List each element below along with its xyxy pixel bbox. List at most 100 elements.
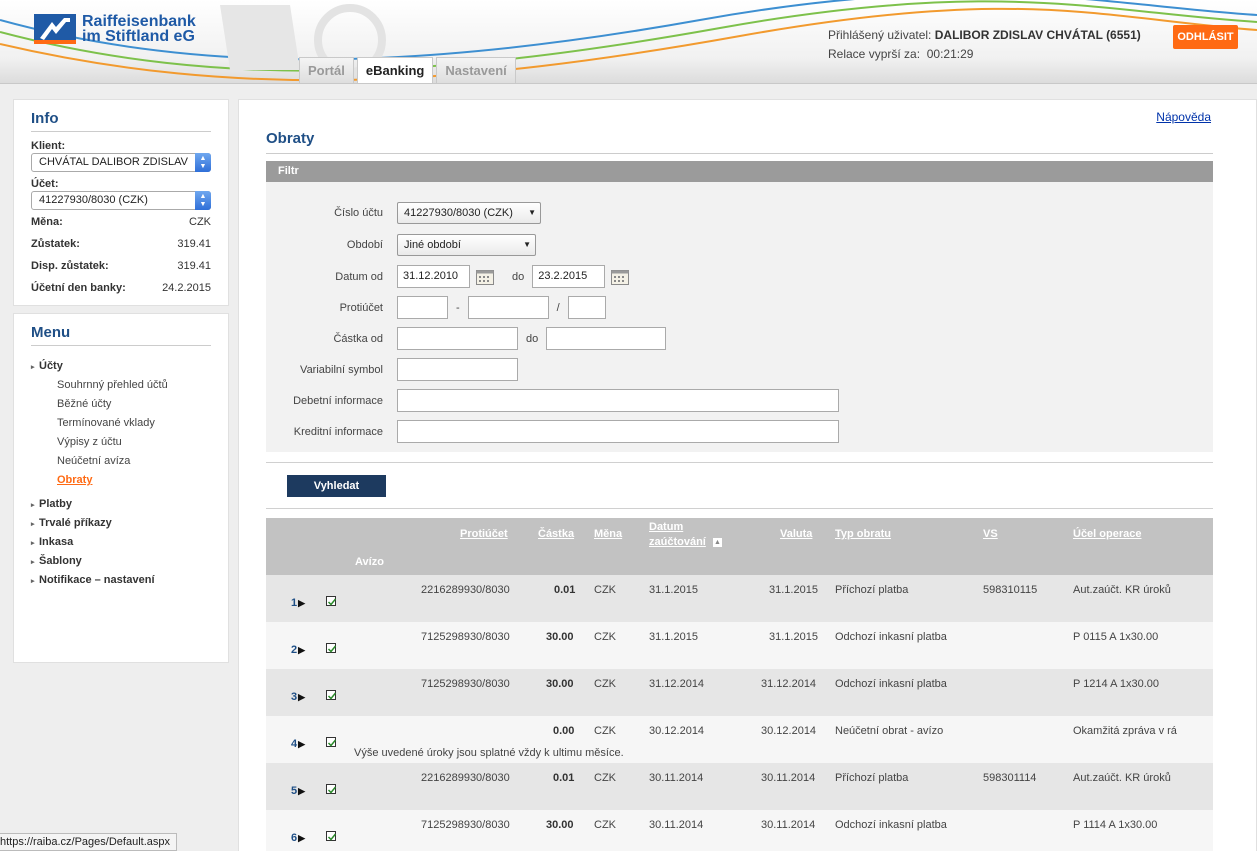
account-number-label: Číslo účtu [334, 207, 383, 219]
row-expand[interactable]: 4▶ [291, 738, 305, 750]
balance-label: Zůstatek: [31, 238, 80, 250]
sort-ascending-icon[interactable]: ▲ [713, 538, 722, 547]
menu-item-payments[interactable]: ▸ Platby [31, 498, 211, 510]
select-arrows-icon: ▲ ▼ [195, 191, 211, 210]
credit-info-input[interactable] [397, 420, 839, 443]
col-date-line2[interactable]: zaúčtování [649, 536, 706, 548]
col-counter-account[interactable]: Protiúčet [460, 528, 508, 540]
bank-logo[interactable]: Raiffeisenbank im Stiftland eG [34, 14, 196, 45]
accounts-submenu: Souhrnný přehled účtů Běžné účty Termíno… [31, 379, 211, 486]
col-vs[interactable]: VS [983, 528, 998, 540]
table-row[interactable]: 4▶ 0.00 CZK 30.12.2014 30.12.2014 Neúčet… [266, 716, 1213, 763]
tab-ebanking[interactable]: eBanking [356, 57, 434, 83]
account-select[interactable]: 41227930/8030 (CZK) ▲ ▼ [31, 191, 211, 210]
row-expand[interactable]: 2▶ [291, 644, 305, 656]
col-purpose[interactable]: Účel operace [1073, 528, 1141, 540]
info-panel: Info Klient: CHVÁTAL DALIBOR ZDISLAV ▲ ▼ … [13, 99, 229, 306]
table-row[interactable]: 2▶ 7125298930/8030 30.00 CZK 31.1.2015 3… [266, 622, 1213, 669]
row-expand[interactable]: 3▶ [291, 691, 305, 703]
divider [266, 508, 1213, 509]
dash-separator: - [456, 301, 460, 314]
logout-button[interactable]: ODHLÁSIT [1173, 25, 1238, 49]
submenu-statements[interactable]: Výpisy z účtu [31, 436, 211, 448]
counter-prefix-input[interactable] [397, 296, 448, 319]
triangle-icon: ▸ [31, 578, 35, 585]
table-row[interactable]: 1▶ 2216289930/8030 0.01 CZK 31.1.2015 31… [266, 575, 1213, 622]
col-aviso: Avízo [355, 556, 384, 568]
client-value: CHVÁTAL DALIBOR ZDISLAV [39, 156, 188, 168]
user-label: Přihlášený uživatel: [828, 28, 932, 42]
period-select[interactable]: Jiné období ▼ [397, 234, 536, 256]
checkbox-icon[interactable] [326, 643, 337, 653]
bank-day-value: 24.2.2015 [162, 282, 211, 294]
dropdown-arrow-icon: ▼ [528, 208, 536, 217]
menu-item-templates[interactable]: ▸ Šablony [31, 555, 211, 567]
variable-symbol-input[interactable] [397, 358, 518, 381]
submenu-turnovers[interactable]: Obraty [31, 474, 211, 486]
disp-balance-label: Disp. zůstatek: [31, 260, 109, 272]
user-info: Přihlášený uživatel: DALIBOR ZDISLAV CHV… [828, 26, 1141, 64]
row-expand[interactable]: 5▶ [291, 785, 305, 797]
date-to-input[interactable]: 23.2.2015 [532, 265, 606, 288]
row-expand[interactable]: 6▶ [291, 832, 305, 844]
disp-balance-value: 319.41 [177, 260, 211, 272]
amount-to-input[interactable] [546, 327, 667, 350]
checkbox-icon[interactable] [326, 690, 337, 700]
slash-separator: / [556, 301, 560, 314]
menu-item-notifications[interactable]: ▸ Notifikace – nastavení [31, 574, 211, 586]
checkbox-icon[interactable] [326, 596, 337, 606]
account-label: Účet: [31, 178, 59, 190]
amount-to-label: do [526, 332, 539, 345]
debit-info-label: Debetní informace [293, 394, 383, 407]
client-select[interactable]: CHVÁTAL DALIBOR ZDISLAV ▲ ▼ [31, 153, 211, 172]
col-date-line1[interactable]: Datum [649, 521, 683, 533]
account-value: 41227930/8030 (CZK) [39, 194, 148, 206]
col-type[interactable]: Typ obratu [835, 528, 891, 540]
checkbox-icon[interactable] [326, 737, 337, 747]
amount-from-input[interactable] [397, 327, 518, 350]
date-from-input[interactable]: 31.12.2010 [397, 265, 470, 288]
menu-item-direct-debits[interactable]: ▸ Inkasa [31, 536, 211, 548]
col-currency[interactable]: Měna [594, 528, 622, 540]
search-button[interactable]: Vyhledat [287, 475, 386, 497]
account-number-select[interactable]: 41227930/8030 (CZK) ▼ [397, 202, 541, 224]
triangle-icon: ▸ [31, 559, 35, 566]
table-row[interactable]: 6▶ 7125298930/8030 30.00 CZK 30.11.2014 … [266, 810, 1213, 851]
checkbox-icon[interactable] [326, 784, 337, 794]
play-icon: ▶ [298, 645, 306, 655]
table-header: Protiúčet Částka Měna Datum zaúčtování ▲… [266, 518, 1213, 575]
play-icon: ▶ [298, 598, 306, 608]
submenu-advices[interactable]: Neúčetní avíza [31, 455, 211, 467]
submenu-overview[interactable]: Souhrnný přehled účtů [31, 379, 211, 391]
table-row[interactable]: 3▶ 7125298930/8030 30.00 CZK 31.12.2014 … [266, 669, 1213, 716]
counter-bank-input[interactable] [567, 296, 606, 319]
col-valuta[interactable]: Valuta [780, 528, 812, 540]
checkbox-icon[interactable] [326, 831, 337, 841]
debit-info-input[interactable] [397, 389, 839, 412]
credit-info-label: Kreditní informace [293, 425, 383, 438]
currency-value: CZK [189, 216, 211, 228]
menu-item-standing-orders[interactable]: ▸ Trvalé příkazy [31, 517, 211, 529]
user-name: DALIBOR ZDISLAV CHVÁTAL (6551) [934, 28, 1141, 42]
calendar-icon[interactable] [611, 269, 630, 285]
triangle-icon: ▸ [31, 521, 35, 528]
session-time: 00:21:29 [926, 47, 974, 61]
tab-portal[interactable]: Portál [299, 57, 354, 83]
variable-symbol-label: Variabilní symbol [300, 363, 383, 376]
calendar-icon[interactable] [476, 269, 494, 285]
play-icon: ▶ [298, 786, 306, 796]
browser-status-url: https://raiba.cz/Pages/Default.aspx [0, 833, 177, 851]
table-row[interactable]: 5▶ 2216289930/8030 0.01 CZK 30.11.2014 3… [266, 763, 1213, 810]
help-link[interactable]: Nápověda [1156, 110, 1211, 124]
triangle-icon: ▸ [31, 502, 35, 509]
filter-form: Číslo účtu 41227930/8030 (CZK) ▼ Období J… [266, 182, 1213, 452]
tab-settings[interactable]: Nastavení [436, 57, 516, 83]
menu-item-accounts[interactable]: ▸ Účty [31, 360, 211, 372]
counter-number-input[interactable] [467, 296, 549, 319]
submenu-term-deposits[interactable]: Termínované vklady [31, 417, 211, 429]
submenu-current-accounts[interactable]: Běžné účty [31, 398, 211, 410]
triangle-icon: ▸ [31, 364, 35, 371]
col-amount[interactable]: Částka [538, 528, 574, 540]
row-expand[interactable]: 1▶ [291, 597, 305, 609]
counter-account-label: Protiúčet [339, 301, 383, 314]
